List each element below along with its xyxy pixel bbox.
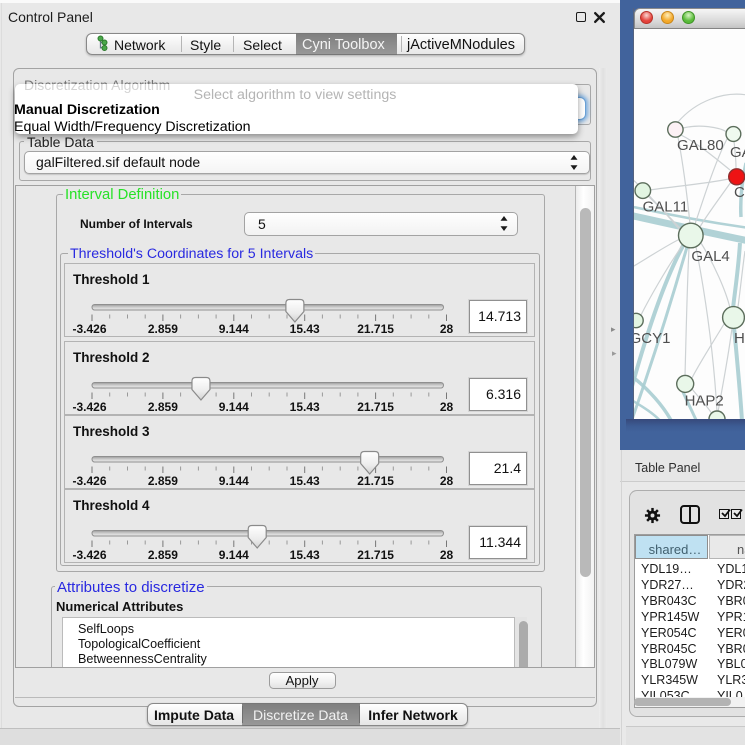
svg-text:9.144: 9.144 xyxy=(219,322,249,336)
svg-text:H: H xyxy=(734,330,745,347)
svg-text:28: 28 xyxy=(440,400,454,414)
svg-text:C: C xyxy=(734,184,745,201)
svg-text:-3.426: -3.426 xyxy=(72,474,106,488)
svg-text:2.859: 2.859 xyxy=(148,322,178,336)
svg-text:GAL11: GAL11 xyxy=(643,199,689,216)
svg-text:15.43: 15.43 xyxy=(290,322,320,336)
svg-text:28: 28 xyxy=(440,474,454,488)
svg-text:-3.426: -3.426 xyxy=(72,400,106,414)
svg-text:HAP2: HAP2 xyxy=(685,393,724,410)
svg-text:2.859: 2.859 xyxy=(148,400,178,414)
svg-text:21.715: 21.715 xyxy=(357,322,394,336)
svg-text:GAL4: GAL4 xyxy=(691,248,729,265)
svg-text:15.43: 15.43 xyxy=(290,400,320,414)
svg-text:GA: GA xyxy=(730,144,745,161)
svg-text:9.144: 9.144 xyxy=(219,474,249,488)
svg-text:15.43: 15.43 xyxy=(290,548,320,562)
svg-text:21.715: 21.715 xyxy=(357,548,394,562)
svg-text:-3.426: -3.426 xyxy=(72,322,106,336)
svg-text:2.859: 2.859 xyxy=(148,548,178,562)
svg-text:28: 28 xyxy=(440,322,454,336)
svg-text:-3.426: -3.426 xyxy=(72,548,106,562)
svg-text:2.859: 2.859 xyxy=(148,474,178,488)
svg-text:9.144: 9.144 xyxy=(219,400,249,414)
svg-text:15.43: 15.43 xyxy=(290,474,320,488)
svg-text:21.715: 21.715 xyxy=(357,400,394,414)
svg-text:GCY1: GCY1 xyxy=(634,330,670,347)
svg-text:21.715: 21.715 xyxy=(357,474,394,488)
svg-text:9.144: 9.144 xyxy=(219,548,249,562)
svg-text:GAL80: GAL80 xyxy=(677,137,724,154)
svg-text:28: 28 xyxy=(440,548,454,562)
